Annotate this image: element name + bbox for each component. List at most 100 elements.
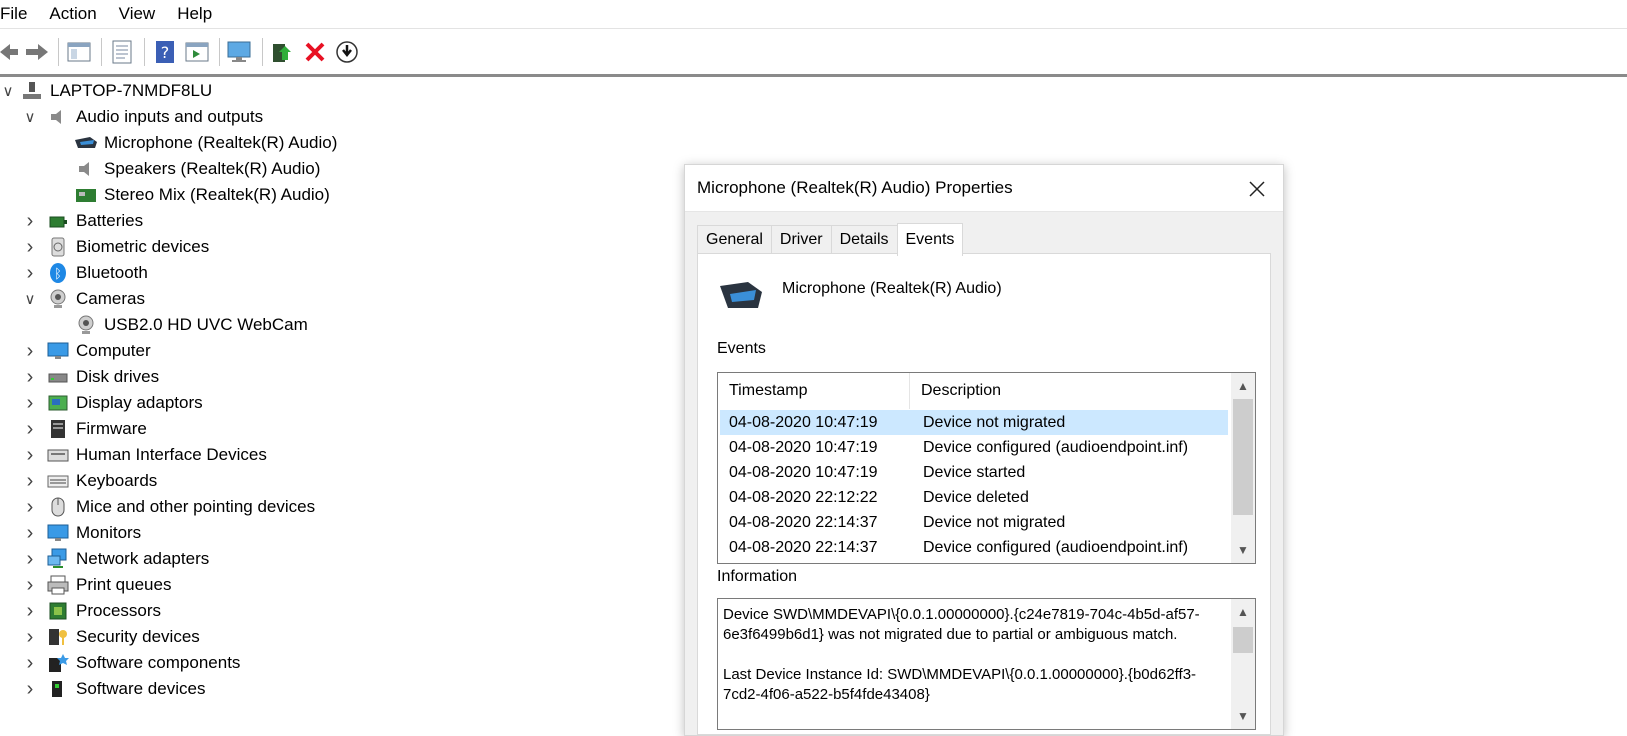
tree-category[interactable]: › Keyboards xyxy=(22,468,158,494)
chevron-right-icon[interactable]: › xyxy=(22,366,38,389)
scroll-down-icon[interactable]: ▼ xyxy=(1231,539,1255,561)
chevron-right-icon[interactable]: › xyxy=(22,340,38,363)
event-row[interactable]: 04-08-2020 10:47:19 Device not migrated xyxy=(720,410,1228,435)
scan-hardware-icon[interactable] xyxy=(226,38,254,66)
event-row[interactable]: 04-08-2020 22:14:37 Device configured (a… xyxy=(720,535,1228,560)
tree-category[interactable]: › ᛒ Bluetooth xyxy=(22,260,148,286)
chevron-right-icon[interactable]: › xyxy=(22,392,38,415)
event-row[interactable]: 04-08-2020 22:14:37 Device not migrated xyxy=(720,510,1228,535)
tree-category[interactable]: › Network adapters xyxy=(22,546,210,572)
chevron-right-icon[interactable]: › xyxy=(22,444,38,467)
chevron-right-icon[interactable]: › xyxy=(22,470,38,493)
event-row[interactable]: 04-08-2020 10:47:19 Device started xyxy=(720,460,1228,485)
tab-events[interactable]: Events xyxy=(896,223,964,256)
device-category-icon xyxy=(46,366,70,388)
device-category-icon xyxy=(46,600,70,622)
tree-device-label: Stereo Mix (Realtek(R) Audio) xyxy=(104,185,330,204)
chevron-down-icon[interactable]: ∨ xyxy=(0,82,16,100)
information-scrollbar[interactable]: ▲ ▼ xyxy=(1231,599,1255,729)
tree-category-label: Mice and other pointing devices xyxy=(76,497,316,516)
tree-category[interactable]: › Monitors xyxy=(22,520,142,546)
chevron-right-icon[interactable]: › xyxy=(22,418,38,441)
device-category-icon xyxy=(46,210,70,232)
chevron-down-icon[interactable]: ∨ xyxy=(22,108,38,126)
menu-bar: File Action View Help xyxy=(0,0,1627,29)
events-list[interactable]: Timestamp Description 04-08-2020 10:47:1… xyxy=(717,372,1256,564)
tree-category[interactable]: › Biometric devices xyxy=(22,234,210,260)
chevron-right-icon[interactable]: › xyxy=(22,210,38,233)
menu-help[interactable]: Help xyxy=(177,4,224,24)
toolbar-separator xyxy=(101,38,102,66)
chevron-right-icon[interactable]: › xyxy=(22,522,38,545)
chevron-right-icon[interactable]: › xyxy=(22,548,38,571)
tree-root[interactable]: ∨ LAPTOP-7NMDF8LU xyxy=(0,78,213,104)
chevron-right-icon[interactable]: › xyxy=(22,600,38,623)
event-row[interactable]: 04-08-2020 22:12:22 Device deleted xyxy=(720,485,1228,510)
tree-device[interactable]: Stereo Mix (Realtek(R) Audio) xyxy=(74,182,330,208)
chevron-right-icon[interactable]: › xyxy=(22,678,38,701)
tree-category[interactable]: › Software devices xyxy=(22,676,206,702)
column-header-description[interactable]: Description xyxy=(910,373,1001,409)
tree-category[interactable]: › Batteries xyxy=(22,208,143,234)
tree-category[interactable]: › Firmware xyxy=(22,416,147,442)
tree-category-label: Processors xyxy=(76,601,162,620)
menu-action[interactable]: Action xyxy=(49,4,118,24)
event-description: Device configured (audioendpoint.inf) xyxy=(923,438,1189,456)
tree-category[interactable]: ∨ Audio inputs and outputs xyxy=(22,104,264,130)
scroll-up-icon[interactable]: ▲ xyxy=(1231,601,1255,623)
tab-details[interactable]: Details xyxy=(830,225,898,254)
tree-category[interactable]: › Software components xyxy=(22,650,241,676)
chevron-right-icon[interactable]: › xyxy=(22,236,38,259)
tree-category-label: Software devices xyxy=(76,679,206,698)
chevron-right-icon[interactable]: › xyxy=(22,262,38,285)
events-scrollbar[interactable]: ▲ ▼ xyxy=(1231,373,1255,563)
tab-driver[interactable]: Driver xyxy=(770,225,832,254)
show-hide-console-tree-icon[interactable] xyxy=(65,38,93,66)
column-header-timestamp[interactable]: Timestamp xyxy=(718,373,910,409)
chevron-right-icon[interactable]: › xyxy=(22,652,38,675)
event-row[interactable]: 04-08-2020 10:47:19 Device configured (a… xyxy=(720,435,1228,460)
chevron-right-icon[interactable]: › xyxy=(22,574,38,597)
device-name: Microphone (Realtek(R) Audio) xyxy=(782,280,1002,297)
scroll-down-icon[interactable]: ▼ xyxy=(1231,705,1255,727)
scrollbar-thumb[interactable] xyxy=(1233,399,1253,515)
tree-category[interactable]: › Display adaptors xyxy=(22,390,203,416)
disable-device-icon[interactable] xyxy=(333,38,361,66)
action-pane-icon[interactable] xyxy=(183,38,211,66)
close-button[interactable] xyxy=(1245,177,1269,201)
tree-category-label: Firmware xyxy=(76,419,147,438)
chevron-down-icon[interactable]: ∨ xyxy=(22,290,38,308)
tree-category[interactable]: › Processors xyxy=(22,598,161,624)
tree-device[interactable]: USB2.0 HD UVC WebCam xyxy=(74,312,308,338)
tree-category[interactable]: › Human Interface Devices xyxy=(22,442,267,468)
properties-icon[interactable] xyxy=(108,38,136,66)
chevron-right-icon[interactable]: › xyxy=(22,496,38,519)
menu-view[interactable]: View xyxy=(119,4,178,24)
event-description: Device not migrated xyxy=(923,513,1066,531)
chevron-right-icon[interactable]: › xyxy=(22,626,38,649)
tree-root-label: LAPTOP-7NMDF8LU xyxy=(50,81,213,100)
uninstall-device-icon[interactable] xyxy=(301,38,329,66)
scroll-up-icon[interactable]: ▲ xyxy=(1231,375,1255,397)
tree-category[interactable]: › Mice and other pointing devices xyxy=(22,494,315,520)
events-label: Events xyxy=(717,340,766,357)
back-arrow-icon[interactable] xyxy=(0,38,18,66)
event-description: Device configured (audioendpoint.inf) xyxy=(923,538,1189,556)
tab-general[interactable]: General xyxy=(697,225,772,254)
update-driver-icon[interactable] xyxy=(269,38,297,66)
tree-category-label: Network adapters xyxy=(76,549,210,568)
tree-category[interactable]: ∨ Cameras xyxy=(22,286,145,312)
tree-device[interactable]: Microphone (Realtek(R) Audio) xyxy=(74,130,337,156)
menu-file[interactable]: File xyxy=(0,4,49,24)
tree-device[interactable]: Speakers (Realtek(R) Audio) xyxy=(74,156,320,182)
device-category-icon xyxy=(46,392,70,414)
scrollbar-thumb[interactable] xyxy=(1233,627,1253,653)
tree-category[interactable]: › Security devices xyxy=(22,624,200,650)
information-box[interactable]: Device SWD\MMDEVAPI\{0.0.1.00000000}.{c2… xyxy=(717,598,1256,730)
forward-arrow-icon[interactable] xyxy=(22,38,50,66)
event-timestamp: 04-08-2020 10:47:19 xyxy=(729,413,878,431)
tree-category[interactable]: › Print queues xyxy=(22,572,172,598)
help-icon[interactable]: ? xyxy=(151,38,179,66)
tree-category[interactable]: › Disk drives xyxy=(22,364,159,390)
tree-category[interactable]: › Computer xyxy=(22,338,151,364)
